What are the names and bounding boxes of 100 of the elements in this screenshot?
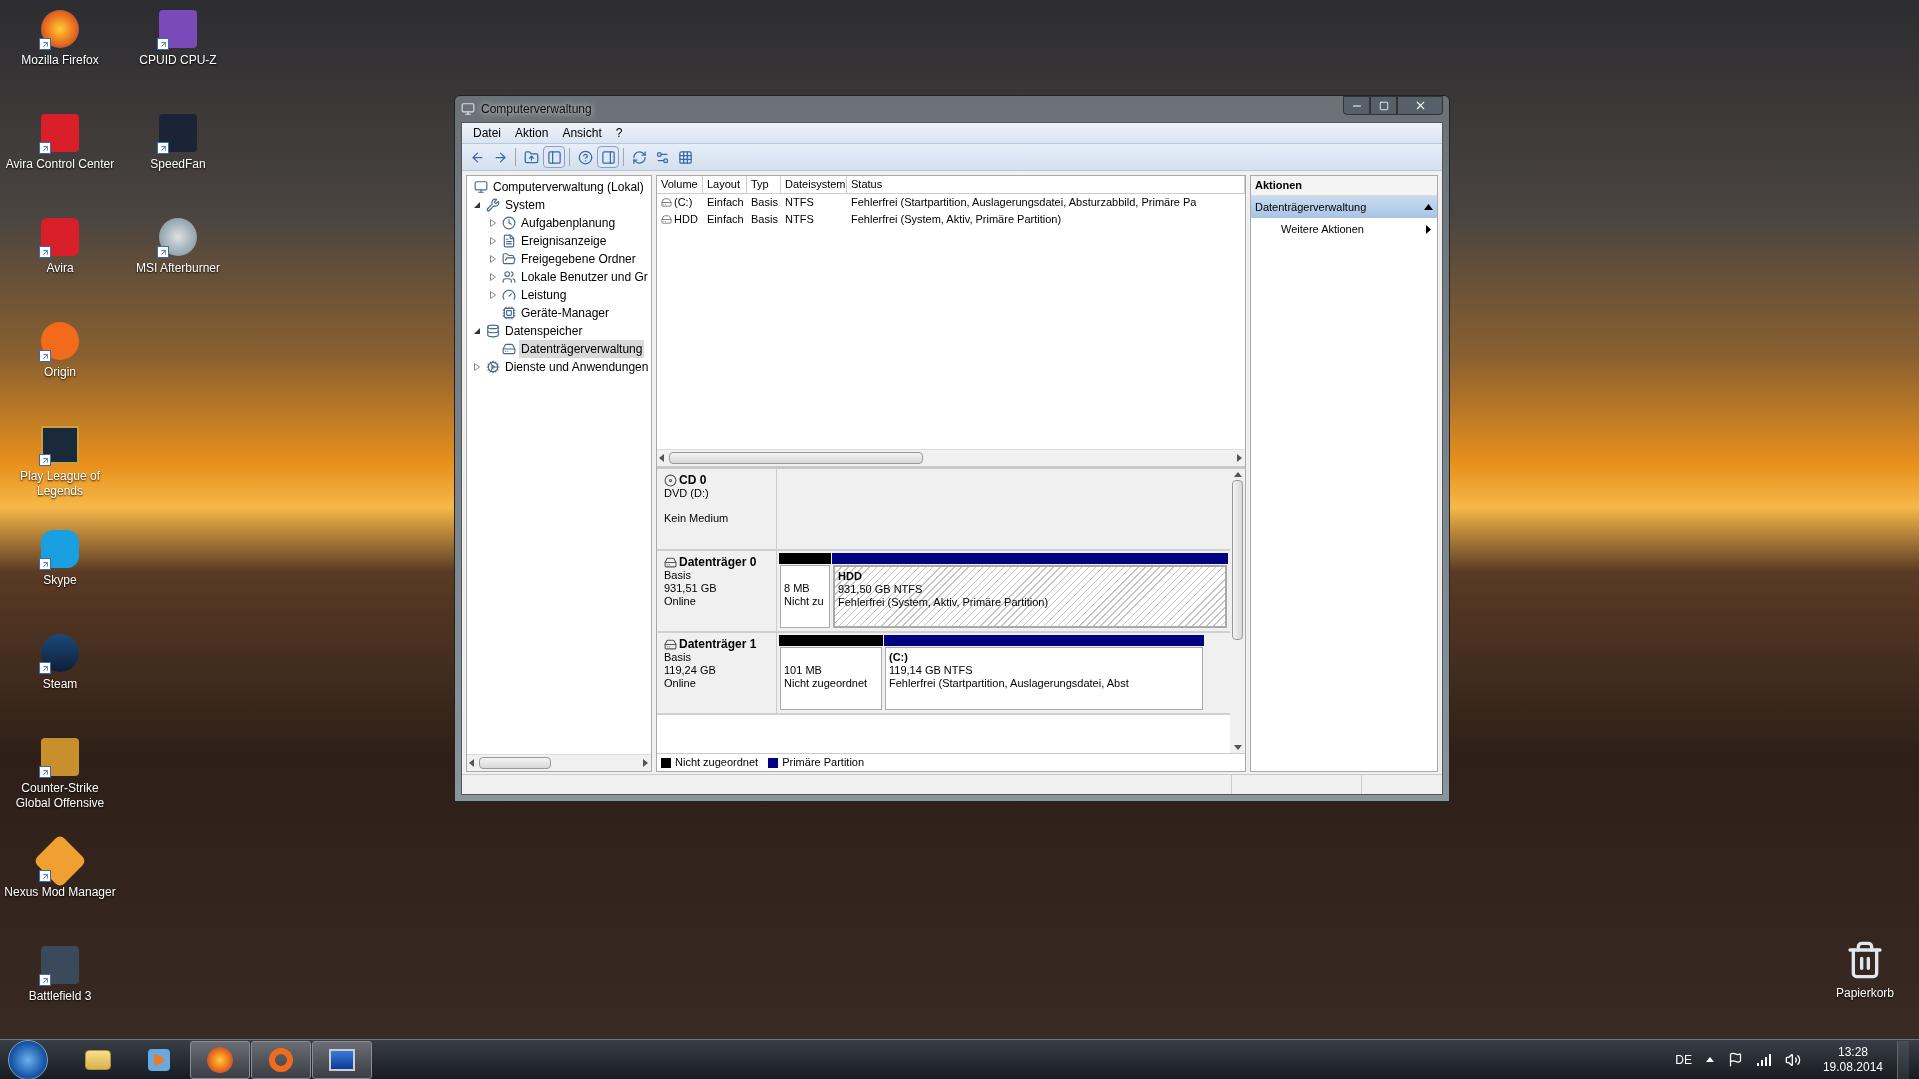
menu-item[interactable]: Datei — [466, 124, 508, 142]
disk-size: 931,51 GB — [664, 582, 718, 595]
partition-size: 101 MB — [784, 664, 823, 677]
scroll-right-icon[interactable] — [643, 759, 649, 767]
desktop-shortcut[interactable]: Nexus Mod Manager — [4, 832, 116, 936]
column-header[interactable]: Status — [847, 176, 1245, 193]
menu-item[interactable]: Aktion — [508, 124, 556, 142]
scroll-left-icon[interactable] — [659, 454, 665, 462]
expanded-arrow-icon[interactable] — [473, 327, 481, 335]
drive-icon — [661, 197, 672, 208]
menu-item[interactable]: ? — [608, 124, 630, 142]
browser-icon — [207, 1046, 233, 1073]
column-header[interactable]: Dateisystem — [781, 176, 847, 193]
tree-item[interactable]: Computerverwaltung (Lokal) — [491, 178, 646, 196]
desktop-shortcut[interactable]: Battlefield 3 — [4, 936, 116, 1040]
collapsed-arrow-icon[interactable] — [490, 255, 496, 263]
app-icon — [461, 102, 475, 116]
partition-size: 931,50 GB NTFS — [838, 583, 924, 596]
desktop-shortcut[interactable]: Papierkorb — [1815, 940, 1915, 1002]
disk-row[interactable]: Datenträger 0 Basis 931,51 GB Online 8 MB Nicht zu HDD 931,50 GB NTFS Fehlerfrei (System, Aktiv, Primäre Partition) — [657, 551, 1230, 633]
column-header[interactable]: Typ — [747, 176, 781, 193]
clock[interactable]: 13:28 19.08.2014 — [1822, 1044, 1883, 1075]
table-cell-text: Fehlerfrei (System, Aktiv, Primäre Partition) — [851, 212, 1062, 228]
collapsed-arrow-icon[interactable] — [490, 237, 496, 245]
show-desktop-button[interactable] — [1897, 1040, 1909, 1079]
tree-node-icon — [502, 216, 516, 230]
app-icon — [39, 216, 81, 258]
collapsed-arrow-icon[interactable] — [474, 363, 480, 371]
disk-state: Online — [664, 677, 697, 690]
scroll-right-icon[interactable] — [1237, 454, 1243, 462]
partition-name: (C:) — [889, 651, 909, 664]
column-header[interactable]: Volume — [657, 176, 703, 193]
language-indicator[interactable]: DE — [1675, 1050, 1692, 1069]
tree-item[interactable]: Ereignisanzeige — [519, 232, 609, 250]
disk-row[interactable]: CD 0 DVD (D:) Kein Medium — [657, 469, 1230, 551]
desktop-shortcut[interactable]: Avira Control Center — [4, 104, 116, 208]
scroll-up-icon[interactable] — [1233, 472, 1242, 477]
partition-status: Fehlerfrei (Startpartition, Auslagerungsdatei, Abst — [889, 677, 1130, 690]
expanded-arrow-icon[interactable] — [473, 201, 481, 209]
action-item[interactable]: Weitere Aktionen — [1251, 218, 1437, 240]
minimize-button[interactable] — [1343, 96, 1370, 115]
desktop-shortcut[interactable]: Steam — [4, 624, 116, 728]
app-icon — [39, 736, 81, 778]
show-hidden-icons-icon[interactable] — [1705, 1057, 1714, 1062]
table-cell-text: Basis — [751, 195, 778, 211]
signal-icon[interactable] — [1756, 1053, 1771, 1066]
tree-item[interactable]: System — [503, 196, 547, 214]
partition-size: 119,14 GB NTFS — [889, 664, 974, 677]
start-button[interactable] — [8, 1039, 48, 1079]
taskbar-app[interactable] — [312, 1040, 372, 1079]
tree-item[interactable]: Geräte-Manager — [519, 304, 612, 322]
panel-icon[interactable] — [543, 146, 565, 168]
disk-name: CD 0 — [679, 474, 707, 487]
tree-item[interactable]: Datenspeicher — [503, 322, 585, 340]
tree-item[interactable]: Aufgabenplanung — [519, 214, 618, 232]
column-header[interactable]: Layout — [703, 176, 747, 193]
desktop-shortcut[interactable]: Counter-Strike Global Offensive — [4, 728, 116, 832]
scroll-down-icon[interactable] — [1233, 745, 1242, 750]
actions-section[interactable]: Datenträgerverwaltung — [1251, 196, 1437, 218]
desktop-shortcut[interactable]: SpeedFan — [122, 104, 234, 208]
close-button[interactable] — [1397, 96, 1443, 115]
collapsed-arrow-icon[interactable] — [490, 273, 496, 281]
taskbar-app[interactable] — [190, 1040, 250, 1079]
maximize-button[interactable] — [1370, 96, 1397, 115]
vertical-scrollbar[interactable] — [1230, 469, 1245, 753]
desktop-shortcut[interactable]: Avira — [4, 208, 116, 312]
partition-block[interactable]: 101 MB Nicht zugeordnet — [780, 647, 882, 710]
ring-icon — [269, 1047, 293, 1072]
tree-item[interactable]: Leistung — [519, 286, 569, 304]
partition-block[interactable]: (C:) 119,14 GB NTFS Fehlerfrei (Startpartition, Auslagerungsdatei, Abst — [885, 647, 1203, 710]
horizontal-scrollbar[interactable] — [657, 449, 1245, 466]
desktop-shortcut[interactable]: Mozilla Firefox — [4, 0, 116, 104]
collapsed-arrow-icon[interactable] — [490, 291, 496, 299]
tree-item[interactable]: Datenträgerverwaltung — [519, 340, 645, 358]
table-cell-text: HDD — [674, 212, 698, 228]
partition-status: Fehlerfrei (System, Aktiv, Primäre Partition) — [838, 596, 1050, 609]
horizontal-scrollbar[interactable] — [467, 754, 651, 771]
collapsed-arrow-icon[interactable] — [490, 219, 496, 227]
partition-status: Nicht zugeordnet — [784, 677, 869, 690]
clock-date: 19.08.2014 — [1822, 1059, 1883, 1075]
partition-status: Nicht zu — [784, 595, 825, 608]
volume-icon[interactable] — [1784, 1051, 1801, 1068]
flag-icon[interactable] — [1727, 1052, 1743, 1067]
desktop-shortcut[interactable]: CPUID CPU-Z — [122, 0, 234, 104]
desktop-shortcut[interactable]: MSI Afterburner — [122, 208, 234, 312]
scroll-left-icon[interactable] — [469, 759, 475, 767]
disk-row[interactable]: Datenträger 1 Basis 119,24 GB Online 101 MB Nicht zugeordnet (C:) 119,14 GB NTFS Fehlerfrei (Startpartition, Auslagerungsdatei, Abst — [657, 633, 1230, 715]
app-icon — [39, 528, 81, 570]
desktop-shortcut[interactable]: Origin — [4, 312, 116, 416]
panel-icon[interactable] — [597, 146, 619, 168]
menu-item[interactable]: Ansicht — [555, 124, 609, 142]
tree-item[interactable]: Freigegebene Ordner — [519, 250, 638, 268]
tree-item[interactable]: Dienste und Anwendungen — [503, 358, 651, 376]
clock-time: 13:28 — [1837, 1044, 1868, 1060]
desktop-shortcut[interactable]: Skype — [4, 520, 116, 624]
partition-block[interactable]: HDD 931,50 GB NTFS Fehlerfrei (System, Aktiv, Primäre Partition) — [833, 565, 1227, 628]
maximize-icon — [1378, 100, 1389, 111]
partition-block[interactable]: 8 MB Nicht zu — [780, 565, 830, 628]
medium-status: Kein Medium — [664, 512, 730, 525]
tree-item[interactable]: Lokale Benutzer und Gr — [519, 268, 650, 286]
